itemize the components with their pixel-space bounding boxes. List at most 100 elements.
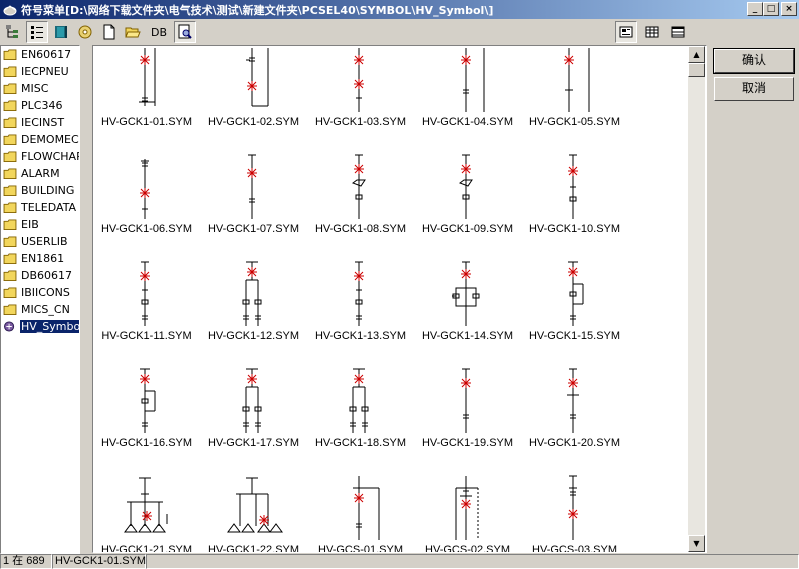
tree-item-label: IECPNEU [21, 65, 69, 78]
symbol-diagram-icon [140, 368, 156, 433]
tree-view-button[interactable] [2, 21, 24, 43]
ok-button[interactable]: 确认 [713, 48, 795, 74]
folder-tree[interactable]: EN60617 IECPNEU MISC PLC346 IECINST DEMOMEC FL… [0, 45, 80, 554]
folder-icon [3, 117, 17, 128]
tree-item[interactable]: DB60617 [1, 267, 79, 284]
tree-item[interactable]: PLC346 [1, 97, 79, 114]
symbol-cell[interactable]: HV-GCK1-20.SYM [521, 367, 628, 474]
tree-item[interactable]: MISC [1, 80, 79, 97]
tree-item[interactable]: IECINST [1, 114, 79, 131]
minimize-button[interactable]: _ [747, 2, 763, 16]
tree-item-label: MICS_CN [21, 303, 70, 316]
symbol-cell[interactable]: HV-GCK1-19.SYM [414, 367, 521, 474]
tree-item[interactable]: USERLIB [1, 233, 79, 250]
scroll-thumb[interactable] [688, 63, 705, 77]
symbol-diagram-icon [140, 159, 150, 219]
scroll-up-button[interactable]: ▲ [688, 46, 705, 63]
symbol-cell[interactable]: HV-GCK1-22.SYM [200, 474, 307, 553]
symbol-cell[interactable]: HV-GCK1-11.SYM [93, 260, 200, 367]
symbol-name: HV-GCS-03.SYM [532, 544, 617, 553]
tree-item-label: EN1861 [21, 252, 65, 265]
tree-item[interactable]: IBIICONS [1, 284, 79, 301]
db-button[interactable]: DB [146, 21, 172, 43]
vertical-scrollbar[interactable]: ▲ ▼ [688, 46, 705, 552]
symbol-cell[interactable]: HV-GCK1-07.SYM [200, 153, 307, 260]
symbol-cell[interactable]: HV-GCS-03.SYM [521, 474, 628, 553]
tree-item-label: FLOWCHAR [21, 150, 80, 163]
open-folder-icon [4, 321, 15, 332]
title-bar[interactable]: 符号菜单[D:\网络下载文件夹\电气技术\测试\新建文件夹\PCSEL40\SY… [0, 0, 799, 19]
tree-item[interactable]: TELEDATA [1, 199, 79, 216]
small-icons-view-button[interactable] [641, 21, 663, 43]
symbol-cell[interactable]: HV-GCK1-08.SYM [307, 153, 414, 260]
preview-button[interactable] [174, 21, 197, 43]
tree-item-label: TELEDATA [21, 201, 77, 214]
symbol-diagram-icon [458, 154, 473, 219]
tree-item[interactable]: DEMOMEC [1, 131, 79, 148]
tree-item-label: DEMOMEC [21, 133, 79, 146]
tree-item[interactable]: EN60617 [1, 46, 79, 63]
symbol-name: HV-GCK1-16.SYM [100, 437, 193, 449]
scroll-down-button[interactable]: ▼ [688, 535, 705, 552]
symbol-diagram-icon [351, 154, 366, 219]
open-disk-icon [78, 25, 92, 39]
book-icon [55, 26, 67, 38]
symbol-cell[interactable]: HV-GCK1-05.SYM [521, 46, 628, 153]
tree-item[interactable]: ALARM [1, 165, 79, 182]
large-icons-view-button[interactable] [615, 21, 637, 43]
symbol-name: HV-GCK1-20.SYM [528, 437, 621, 449]
tree-item-label: IBIICONS [21, 286, 70, 299]
folder-icon [3, 270, 17, 281]
symbol-cell[interactable]: HV-GCK1-13.SYM [307, 260, 414, 367]
tree-item[interactable]: BUILDING [1, 182, 79, 199]
symbol-name: HV-GCK1-22.SYM [207, 544, 300, 553]
tree-item[interactable]: EIB [1, 216, 79, 233]
open-folder-button[interactable] [122, 21, 144, 43]
tree-item-label: DB60617 [21, 269, 73, 282]
symbol-cell[interactable]: HV-GCK1-04.SYM [414, 46, 521, 153]
symbol-cell[interactable]: HV-GCK1-03.SYM [307, 46, 414, 153]
tree-item[interactable]: HV_Symbol [1, 318, 79, 335]
list-view-button[interactable] [26, 21, 48, 43]
symbol-diagram-icon [353, 476, 380, 540]
symbol-cell[interactable]: HV-GCK1-10.SYM [521, 153, 628, 260]
folder-icon [3, 253, 17, 264]
symbol-cell[interactable]: HV-GCK1-09.SYM [414, 153, 521, 260]
symbol-cell[interactable]: HV-GCK1-12.SYM [200, 260, 307, 367]
symbol-grid[interactable]: HV-GCK1-01.SYM HV-GCK1-02.SYM HV-GCK1-03.S… [92, 45, 707, 553]
symbol-cell[interactable]: HV-GCK1-16.SYM [93, 367, 200, 474]
symbol-cell[interactable]: HV-GCK1-17.SYM [200, 367, 307, 474]
symbol-diagram-icon [247, 154, 257, 219]
app-icon [2, 2, 18, 18]
symbol-diagram-icon [246, 48, 269, 107]
symbol-cell[interactable]: HV-GCK1-06.SYM [93, 153, 200, 260]
symbol-cell[interactable]: HV-GCS-02.SYM [414, 474, 521, 552]
symbol-diagram-icon [568, 154, 578, 219]
tree-item[interactable]: MICS_CN [1, 301, 79, 318]
symbol-cell[interactable]: HV-GCS-01.SYM [307, 474, 414, 552]
symbol-cell[interactable]: HV-GCK1-21.SYM [93, 474, 200, 552]
tree-item[interactable]: IECPNEU [1, 63, 79, 80]
symbol-cell[interactable]: HV-GCK1-14.SYM [414, 260, 521, 367]
symbol-name: HV-GCK1-04.SYM [421, 116, 514, 128]
maximize-button[interactable]: □ [763, 2, 779, 16]
symbol-cell[interactable]: HV-GCK1-15.SYM [521, 260, 628, 367]
open-disk-button[interactable] [74, 21, 96, 43]
details-view-button[interactable] [667, 21, 689, 43]
tree-item[interactable]: FLOWCHAR [1, 148, 79, 165]
cancel-button[interactable]: 取消 [714, 77, 794, 101]
folder-icon [3, 49, 17, 60]
book-button[interactable] [50, 21, 72, 43]
tree-item[interactable]: EN1861 [1, 250, 79, 267]
toolbar: DB [0, 19, 799, 45]
symbol-cell[interactable]: HV-GCK1-02.SYM [200, 46, 307, 153]
symbol-cell[interactable]: HV-GCK1-18.SYM [307, 367, 414, 474]
status-position: 1 在 689 [0, 554, 52, 569]
folder-icon [3, 168, 17, 179]
tree-item-label: IECINST [21, 116, 65, 129]
symbol-diagram-icon [564, 48, 590, 112]
new-file-button[interactable] [98, 21, 120, 43]
symbol-cell[interactable]: HV-GCK1-01.SYM [93, 46, 200, 153]
symbol-name: HV-GCK1-09.SYM [421, 223, 514, 235]
close-button[interactable]: × [781, 2, 797, 16]
